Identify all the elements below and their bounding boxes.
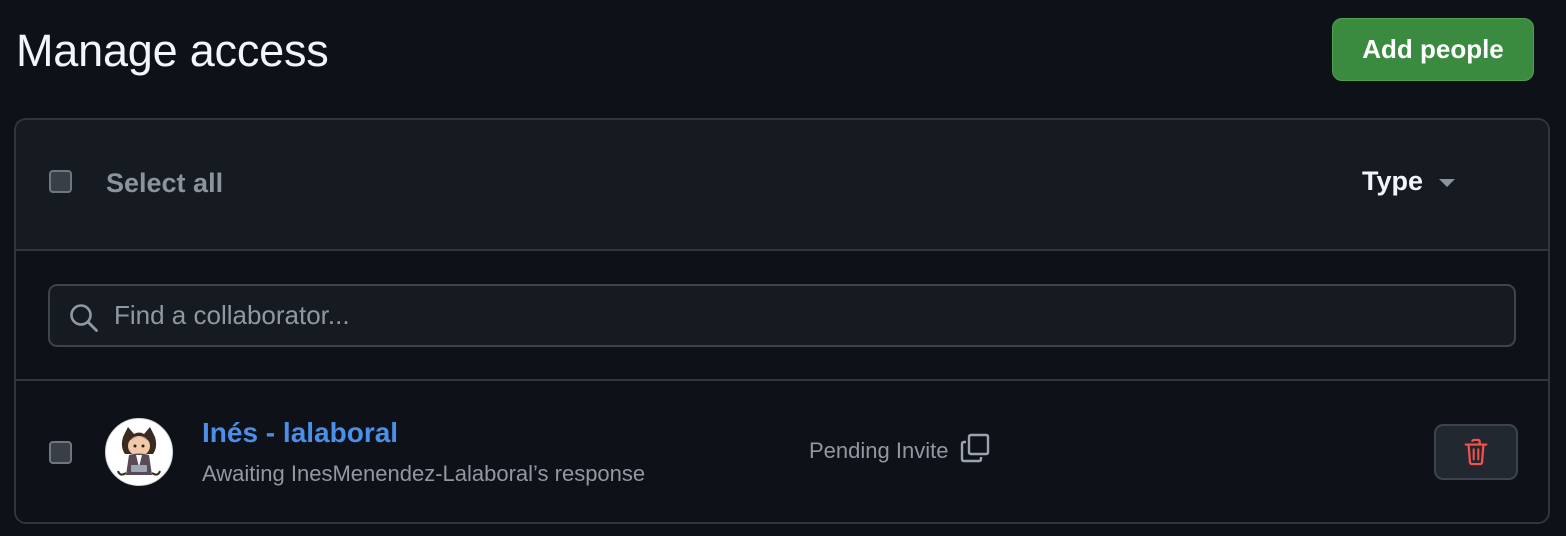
search-section	[16, 251, 1548, 381]
remove-collaborator-button[interactable]	[1434, 424, 1518, 480]
page-title: Manage access	[16, 25, 329, 76]
type-filter-dropdown[interactable]: Type	[1362, 166, 1456, 197]
copy-icon[interactable]	[958, 431, 992, 465]
caret-down-icon	[1439, 178, 1456, 187]
collaborator-status-subtitle: Awaiting InesMenendez-Lalaboral’s respon…	[202, 461, 646, 486]
search-box[interactable]	[48, 284, 1516, 347]
select-all-label: Select all	[106, 168, 224, 198]
collaborator-name-link[interactable]: Inés - lalaboral	[202, 417, 398, 449]
search-input[interactable]	[114, 286, 1494, 345]
pending-invite: Pending Invite	[809, 433, 992, 465]
collaborators-panel: Select all Type Find a collaborator... I…	[14, 118, 1550, 524]
trash-icon	[1464, 438, 1488, 466]
avatar[interactable]	[105, 418, 173, 486]
octocat-avatar-icon	[117, 427, 161, 476]
list-header: Select all Type	[16, 120, 1548, 251]
row-checkbox[interactable]	[49, 441, 72, 464]
search-icon	[70, 304, 98, 332]
select-all-checkbox[interactable]	[49, 170, 72, 193]
type-filter-label: Type	[1362, 166, 1424, 196]
pending-invite-label: Pending Invite	[809, 438, 949, 463]
collaborator-row: Inés - lalaboral Awaiting InesMenendez-L…	[16, 381, 1548, 522]
add-people-button[interactable]: Add people	[1332, 18, 1534, 81]
